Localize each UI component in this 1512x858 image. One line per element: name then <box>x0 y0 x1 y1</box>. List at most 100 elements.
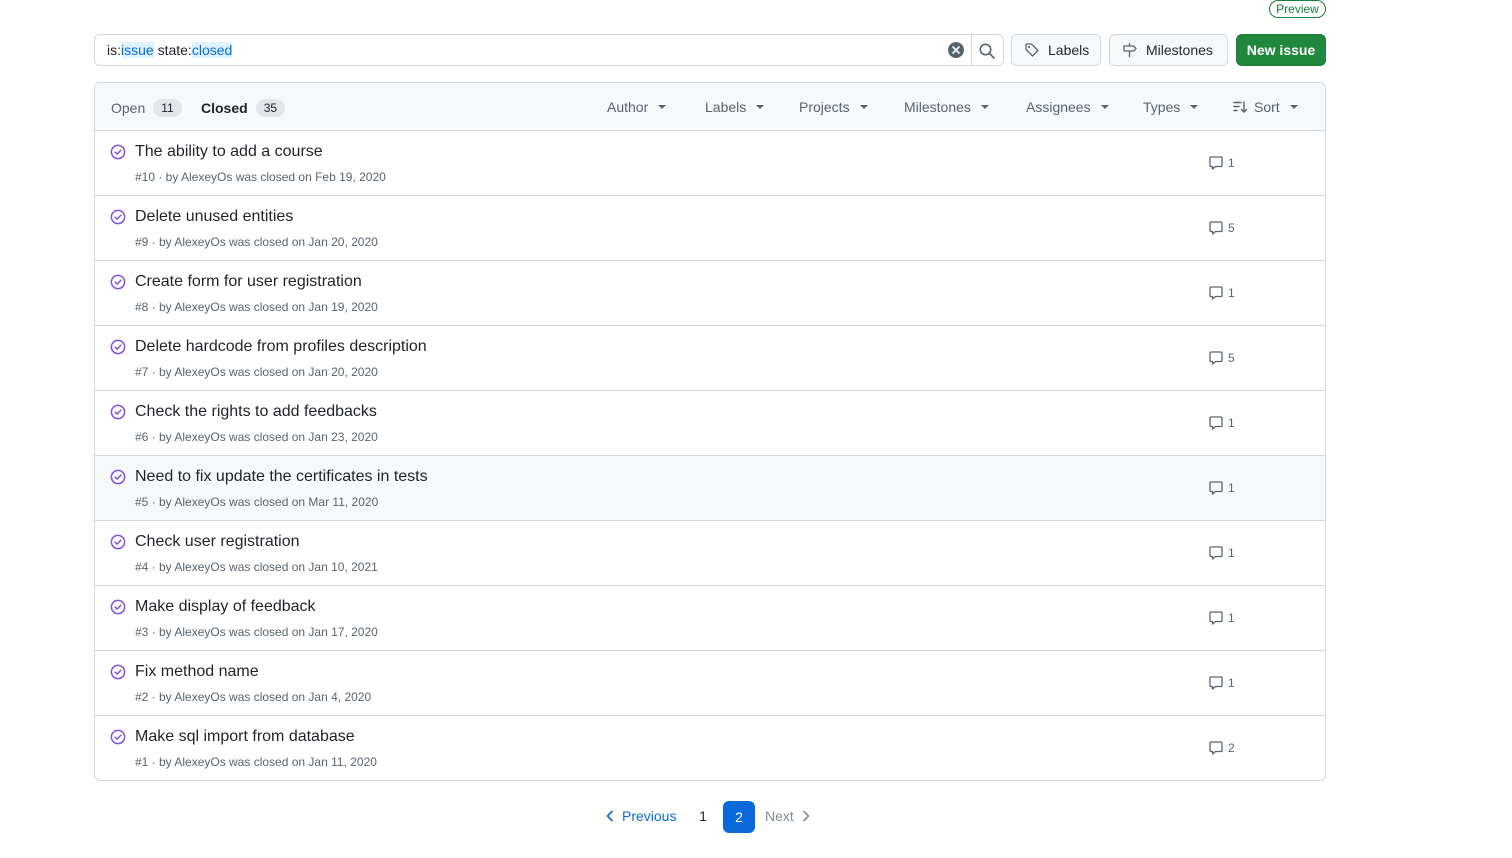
chevron-down-icon <box>1190 105 1199 109</box>
issue-title-link[interactable]: Make sql import from database <box>135 728 355 746</box>
issue-meta: #5 · by AlexeyOs was closed on Mar 11, 2… <box>135 495 379 509</box>
comments-link[interactable]: 1 <box>1208 285 1235 301</box>
issue-meta: #3 · by AlexeyOs was closed on Jan 17, 2… <box>135 625 378 639</box>
milestone-icon <box>1123 43 1137 57</box>
open-count-badge: 11 <box>153 99 182 117</box>
issue-row[interactable]: Make sql import from database #1 · by Ale… <box>95 716 1325 780</box>
comment-icon <box>1209 611 1223 625</box>
issue-title-link[interactable]: Need to fix update the certificates in t… <box>135 468 428 486</box>
author-filter[interactable]: Author <box>607 99 667 115</box>
milestones-filter[interactable]: Milestones <box>904 99 989 115</box>
comments-link[interactable]: 1 <box>1208 155 1235 171</box>
search-token-highlight: issue <box>121 42 154 58</box>
comment-icon <box>1209 221 1223 235</box>
issue-row[interactable]: Fix method name #2 · by AlexeyOs was clos… <box>95 651 1325 716</box>
author-filter-label: Author <box>607 99 649 115</box>
comment-count: 1 <box>1228 611 1235 625</box>
issue-title-link[interactable]: Check user registration <box>135 533 300 551</box>
issue-title-link[interactable]: Fix method name <box>135 663 259 681</box>
issue-row[interactable]: The ability to add a course #10 · by Alex… <box>95 131 1325 196</box>
next-label: Next <box>765 808 794 824</box>
search-query[interactable]: is:issue state:closed <box>107 42 233 58</box>
search-divider <box>971 35 972 65</box>
comment-count: 2 <box>1228 741 1235 755</box>
comment-icon <box>1209 741 1223 755</box>
issue-meta: #2 · by AlexeyOs was closed on Jan 4, 20… <box>135 690 372 704</box>
labels-filter-label: Labels <box>705 99 747 115</box>
search-token: state: <box>153 42 192 58</box>
previous-page-button[interactable]: Previous <box>596 808 686 824</box>
tab-open[interactable]: Open 11 <box>111 99 182 117</box>
comments-link[interactable]: 1 <box>1208 480 1235 496</box>
issue-title-link[interactable]: Create form for user registration <box>135 273 362 291</box>
comments-link[interactable]: 1 <box>1208 545 1235 561</box>
issue-closed-icon <box>110 534 126 550</box>
chevron-right-icon <box>802 810 810 822</box>
issues-list-header: Open 11 Closed 35 Author Labels Projects… <box>95 83 1325 131</box>
issue-closed-icon <box>110 664 126 680</box>
tab-open-label: Open <box>111 100 146 116</box>
issue-search-input[interactable]: is:issue state:closed <box>94 34 1004 66</box>
comments-link[interactable]: 1 <box>1208 415 1235 431</box>
sort-filter[interactable]: Sort <box>1232 99 1298 115</box>
comments-link[interactable]: 5 <box>1208 220 1235 236</box>
issue-meta: #4 · by AlexeyOs was closed on Jan 10, 2… <box>135 560 378 574</box>
closed-count-badge: 35 <box>255 99 286 117</box>
issue-row[interactable]: Delete hardcode from profiles descriptio… <box>95 326 1325 391</box>
issue-row[interactable]: Delete unused entities #9 · by AlexeyOs w… <box>95 196 1325 261</box>
comment-count: 1 <box>1228 676 1235 690</box>
comment-icon <box>1209 481 1223 495</box>
issue-title-link[interactable]: Check the rights to add feedbacks <box>135 403 377 421</box>
comment-icon <box>1209 546 1223 560</box>
new-issue-button[interactable]: New issue <box>1236 34 1326 66</box>
page-1-button[interactable]: 1 <box>692 808 714 824</box>
comment-count: 1 <box>1228 156 1235 170</box>
issue-row[interactable]: Check user registration #4 · by AlexeyOs … <box>95 521 1325 586</box>
next-page-button[interactable]: Next <box>765 808 810 824</box>
page-2-button-current[interactable]: 2 <box>723 801 755 833</box>
issue-meta: #9 · by AlexeyOs was closed on Jan 20, 2… <box>135 235 378 249</box>
types-filter[interactable]: Types <box>1143 99 1199 115</box>
preview-badge[interactable]: Preview <box>1269 0 1326 18</box>
issue-meta: #7 · by AlexeyOs was closed on Jan 20, 2… <box>135 365 378 379</box>
issue-row[interactable]: Make display of feedback #3 · by AlexeyOs… <box>95 586 1325 651</box>
issue-row[interactable]: Check the rights to add feedbacks #6 · by… <box>95 391 1325 456</box>
chevron-left-icon <box>606 810 613 822</box>
clear-search-icon[interactable] <box>948 42 964 58</box>
issue-title-link[interactable]: Delete unused entities <box>135 208 293 226</box>
issue-row[interactable]: Create form for user registration #8 · by… <box>95 261 1325 326</box>
issue-closed-icon <box>110 404 126 420</box>
issues-list: Open 11 Closed 35 Author Labels Projects… <box>94 82 1326 781</box>
issue-title-link[interactable]: Delete hardcode from profiles descriptio… <box>135 338 427 356</box>
comment-icon <box>1209 416 1223 430</box>
chevron-down-icon <box>980 105 989 109</box>
comment-count: 1 <box>1228 546 1235 560</box>
comments-link[interactable]: 1 <box>1208 675 1235 691</box>
comment-icon <box>1209 286 1223 300</box>
chevron-down-icon <box>658 105 667 109</box>
labels-filter[interactable]: Labels <box>705 99 765 115</box>
tab-closed[interactable]: Closed 35 <box>201 99 286 117</box>
chevron-down-icon <box>859 105 868 109</box>
pagination: Previous 1 2 Next <box>0 801 1420 833</box>
milestones-button[interactable]: Milestones <box>1109 34 1228 66</box>
projects-filter[interactable]: Projects <box>799 99 868 115</box>
search-icon[interactable] <box>978 42 996 60</box>
comments-link[interactable]: 1 <box>1208 610 1235 626</box>
comment-count: 1 <box>1228 286 1235 300</box>
issue-closed-icon <box>110 209 126 225</box>
comment-count: 1 <box>1228 416 1235 430</box>
issue-title-link[interactable]: Make display of feedback <box>135 598 316 616</box>
issue-row[interactable]: Need to fix update the certificates in t… <box>95 456 1325 521</box>
milestones-button-label: Milestones <box>1146 42 1213 58</box>
issue-meta: #8 · by AlexeyOs was closed on Jan 19, 2… <box>135 300 378 314</box>
issue-title-link[interactable]: The ability to add a course <box>135 143 323 161</box>
assignees-filter[interactable]: Assignees <box>1026 99 1109 115</box>
comments-link[interactable]: 5 <box>1208 350 1235 366</box>
comments-link[interactable]: 2 <box>1208 740 1235 756</box>
labels-button[interactable]: Labels <box>1011 34 1101 66</box>
chevron-down-icon <box>756 105 765 109</box>
search-token-highlight: closed <box>191 42 233 58</box>
tab-closed-label: Closed <box>201 100 248 116</box>
issue-meta: #1 · by AlexeyOs was closed on Jan 11, 2… <box>135 755 377 769</box>
